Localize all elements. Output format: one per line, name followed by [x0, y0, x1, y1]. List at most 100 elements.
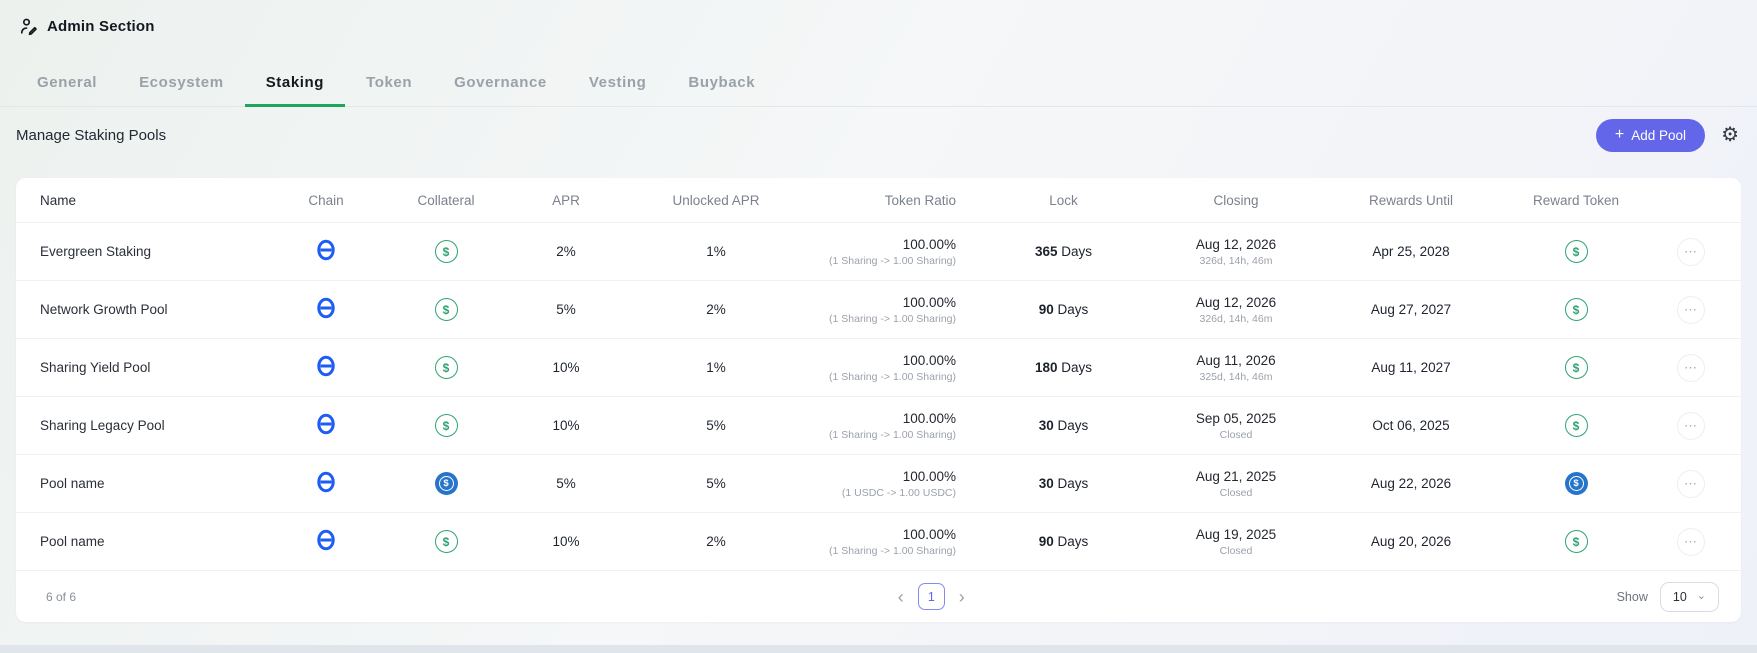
prev-page-icon[interactable]: ‹	[898, 588, 904, 606]
chain-token-icon	[316, 239, 336, 261]
row-actions-button[interactable]: ⋯	[1677, 237, 1705, 266]
table-row: Evergreen Staking $ 2% 1% 100.00% (1 Shar…	[16, 222, 1741, 280]
page-size-select[interactable]: 10 ⌄	[1659, 581, 1719, 612]
user-edit-icon	[19, 17, 38, 36]
pool-name: Network Growth Pool	[40, 302, 168, 317]
unlocked-apr-value: 2%	[706, 534, 726, 549]
pool-name: Pool name	[40, 476, 105, 491]
sharing-coin-icon: $	[434, 298, 458, 321]
col-name: Name	[40, 192, 77, 208]
closing: Aug 12, 2026 326d, 14h, 46m	[1195, 236, 1277, 267]
token-ratio: 100.00% (1 Sharing -> 1.00 Sharing)	[829, 236, 956, 267]
pool-name: Sharing Legacy Pool	[40, 418, 165, 433]
rewards-until: Aug 20, 2026	[1370, 534, 1452, 549]
page-size-control: Show 10 ⌄	[1616, 581, 1719, 612]
unlocked-apr-value: 1%	[706, 360, 726, 375]
tab-general[interactable]: General	[16, 60, 118, 107]
lock-period: 30 Days	[1038, 476, 1089, 491]
unlocked-apr-value: 2%	[706, 302, 726, 317]
table-row: Network Growth Pool $ 5% 2% 100.00% (1 Sh…	[16, 280, 1741, 338]
lock-period: 90 Days	[1038, 534, 1089, 549]
table-row: Pool name $ 10% 2% 100.00% (1 Sharing -> …	[16, 512, 1741, 570]
col-closing: Closing	[1213, 192, 1259, 208]
usdc-coin-icon: $	[1564, 472, 1588, 495]
closing: Sep 05, 2025 Closed	[1195, 410, 1277, 441]
sharing-coin-icon: $	[1564, 298, 1588, 321]
sharing-coin-icon: $	[1564, 530, 1588, 553]
chain-token-icon	[316, 355, 336, 377]
table-row: Sharing Legacy Pool $ 10% 5% 100.00% (1 S…	[16, 396, 1741, 454]
apr-value: 10%	[552, 418, 580, 433]
rewards-until: Oct 06, 2025	[1372, 418, 1450, 433]
table-footer: 6 of 6 ‹ 1 › Show 10 ⌄	[16, 570, 1741, 622]
page-number-button[interactable]: 1	[917, 583, 945, 610]
token-ratio: 100.00% (1 USDC -> 1.00 USDC)	[841, 468, 956, 499]
sharing-coin-icon: $	[1564, 356, 1588, 379]
row-actions-button[interactable]: ⋯	[1677, 527, 1705, 556]
apr-value: 10%	[552, 360, 580, 375]
row-actions-button[interactable]: ⋯	[1677, 411, 1705, 440]
closing: Aug 19, 2025 Closed	[1195, 526, 1277, 557]
toolbar: Manage Staking Pools + Add Pool ⚙	[0, 107, 1757, 163]
sharing-coin-icon: $	[434, 530, 458, 553]
plus-icon: +	[1614, 126, 1625, 143]
bottom-strip	[0, 645, 1757, 653]
tab-buyback[interactable]: Buyback	[667, 60, 776, 107]
chain-token-icon	[316, 413, 336, 435]
token-ratio: 100.00% (1 Sharing -> 1.00 Sharing)	[829, 352, 956, 383]
chain-token-icon	[316, 529, 336, 551]
lock-period: 365 Days	[1034, 244, 1093, 259]
rewards-until: Apr 25, 2028	[1372, 244, 1450, 259]
pool-name: Pool name	[40, 534, 105, 549]
table-header-row: Name Chain Collateral APR Unlocked APR T…	[16, 178, 1741, 222]
token-ratio: 100.00% (1 Sharing -> 1.00 Sharing)	[829, 410, 956, 441]
apr-value: 10%	[552, 534, 580, 549]
usdc-coin-icon: $	[434, 472, 458, 495]
tab-staking[interactable]: Staking	[244, 60, 346, 107]
col-apr: APR	[552, 192, 580, 208]
tab-token[interactable]: Token	[345, 60, 433, 107]
unlocked-apr-value: 5%	[706, 418, 726, 433]
pool-name: Evergreen Staking	[40, 244, 152, 259]
closing: Aug 12, 2026 326d, 14h, 46m	[1195, 294, 1277, 325]
lock-period: 30 Days	[1038, 418, 1089, 433]
add-pool-button[interactable]: + Add Pool	[1595, 118, 1706, 152]
table-row: Sharing Yield Pool $ 10% 1% 100.00% (1 Sh…	[16, 338, 1741, 396]
token-ratio: 100.00% (1 Sharing -> 1.00 Sharing)	[829, 526, 956, 557]
tab-ecosystem[interactable]: Ecosystem	[118, 60, 245, 107]
add-pool-label: Add Pool	[1631, 127, 1687, 143]
show-label: Show	[1616, 589, 1648, 604]
col-token-ratio: Token Ratio	[884, 192, 956, 208]
page-title: Admin Section	[47, 18, 155, 35]
rewards-until: Aug 11, 2027	[1371, 360, 1451, 375]
chevron-down-icon: ⌄	[1696, 590, 1706, 603]
row-actions-button[interactable]: ⋯	[1677, 469, 1705, 498]
pool-name: Sharing Yield Pool	[40, 360, 151, 375]
tab-bar: General Ecosystem Staking Token Governan…	[0, 60, 1757, 107]
result-count: 6 of 6	[46, 589, 77, 604]
lock-period: 180 Days	[1034, 360, 1093, 375]
col-chain: Chain	[308, 192, 344, 208]
apr-value: 2%	[556, 244, 576, 259]
pagination: ‹ 1 ›	[246, 583, 1617, 610]
row-actions-button[interactable]: ⋯	[1677, 295, 1705, 324]
unlocked-apr-value: 5%	[706, 476, 726, 491]
table-row: Pool name $ 5% 5% 100.00% (1 USDC -> 1.00…	[16, 454, 1741, 512]
sharing-coin-icon: $	[434, 414, 458, 437]
closing: Aug 21, 2025 Closed	[1195, 468, 1277, 499]
next-page-icon[interactable]: ›	[959, 588, 965, 606]
row-actions-button[interactable]: ⋯	[1677, 353, 1705, 382]
sharing-coin-icon: $	[1564, 414, 1588, 437]
gear-icon[interactable]: ⚙	[1721, 125, 1739, 145]
app-header: Admin Section	[0, 0, 1757, 36]
col-reward-token: Reward Token	[1532, 192, 1620, 208]
section-heading: Manage Staking Pools	[16, 126, 167, 144]
rewards-until: Aug 27, 2027	[1370, 302, 1452, 317]
col-collateral: Collateral	[417, 192, 475, 208]
col-unlocked-apr: Unlocked APR	[672, 192, 760, 208]
tab-vesting[interactable]: Vesting	[568, 60, 668, 107]
unlocked-apr-value: 1%	[706, 244, 726, 259]
apr-value: 5%	[556, 476, 576, 491]
apr-value: 5%	[556, 302, 576, 317]
tab-governance[interactable]: Governance	[433, 60, 568, 107]
